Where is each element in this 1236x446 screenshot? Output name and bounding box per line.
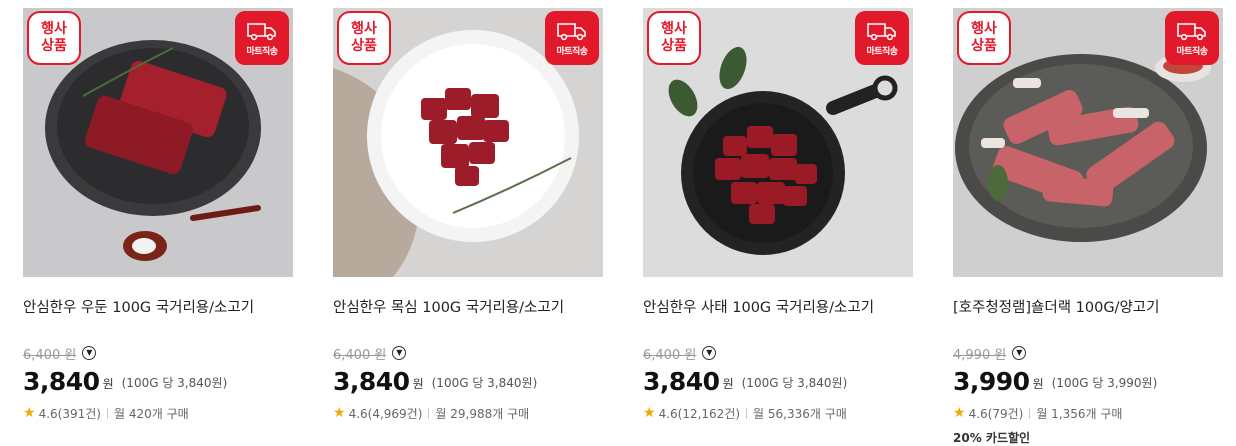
mart-delivery-badge: 마트직송 [855,11,909,65]
truck-icon [247,22,276,40]
original-price: 6,400 원 [643,347,697,363]
product-image[interactable]: 행사 상품 마트직송 [953,8,1223,277]
mart-delivery-badge: 마트직송 [235,11,289,65]
product-card[interactable]: 행사 상품 마트직송 [호주청정램]숄더랙 100G/양고기 4,990 원 ▼… [953,8,1223,445]
divider [106,407,108,419]
chevron-down-icon: ▼ [706,348,713,357]
product-card[interactable]: 행사 상품 마트직송 안심한우 사태 100G 국거리용/소고기 6,400 원… [643,8,913,442]
product-image[interactable]: 행사 상품 마트직송 [333,8,603,277]
unit-price: (100G 당 3,840원) [431,376,538,390]
rating: 4.6(4,969건) [348,406,423,421]
rating-row: ★ 4.6(391건) 월 420개 구매 [23,404,293,422]
star-icon: ★ [333,405,346,421]
original-price-row: 6,400 원 ▼ [333,344,603,363]
price-info-button[interactable]: ▼ [392,346,407,360]
original-price-row: 6,400 원 ▼ [23,344,293,363]
unit-price: (100G 당 3,990원) [1051,376,1158,390]
product-card[interactable]: 행사 상품 마트직송 안심한우 목심 100G 국거리용/소고기 6,400 원… [333,8,603,442]
product-image[interactable]: 행사 상품 마트직송 [643,8,913,277]
original-price-row: 6,400 원 ▼ [643,344,913,363]
original-price: 6,400 원 [333,347,387,363]
product-card[interactable]: 행사 상품 마트직송 안심한우 우둔 100G 국거리용/소고기 6,400 원… [23,8,293,442]
sale-price: 3,840 [643,367,720,396]
unit-price: (100G 당 3,840원) [741,376,848,390]
truck-icon [1177,22,1206,40]
rating-row: ★ 4.6(79건) 월 1,356개 구매 [953,404,1223,422]
event-badge: 행사 상품 [647,11,701,65]
monthly-purchases: 월 1,356개 구매 [1036,406,1123,421]
product-image[interactable]: 행사 상품 마트직송 [23,8,293,277]
product-grid: 행사 상품 마트직송 안심한우 우둔 100G 국거리용/소고기 6,400 원… [0,0,1236,445]
price-info-button[interactable]: ▼ [1012,346,1027,360]
original-price-row: 4,990 원 ▼ [953,344,1223,363]
currency-label: 원 [412,377,424,391]
rating: 4.6(79건) [968,406,1024,421]
currency-label: 원 [722,377,734,391]
monthly-purchases: 월 56,336개 구매 [753,406,847,421]
original-price: 4,990 원 [953,347,1007,363]
rating: 4.6(391건) [38,406,101,421]
star-icon: ★ [23,405,36,421]
star-icon: ★ [953,405,966,421]
rating-row: ★ 4.6(4,969건) 월 29,988개 구매 [333,404,603,422]
sale-price: 3,990 [953,367,1030,396]
truck-icon [557,22,586,40]
card-discount-label: 20% 카드할인 [953,431,1031,445]
monthly-purchases: 월 420개 구매 [113,406,189,421]
divider [746,407,748,419]
rating-row: ★ 4.6(12,162건) 월 56,336개 구매 [643,404,913,422]
original-price: 6,400 원 [23,347,77,363]
star-icon: ★ [643,405,656,421]
product-name[interactable]: [호주청정램]숄더랙 100G/양고기 [953,298,1223,318]
price-info-button[interactable]: ▼ [702,346,717,360]
event-badge: 행사 상품 [337,11,391,65]
price-row: 3,840 원 (100G 당 3,840원) [333,366,603,396]
product-name[interactable]: 안심한우 목심 100G 국거리용/소고기 [333,298,603,318]
currency-label: 원 [102,377,114,391]
price-row: 3,840 원 (100G 당 3,840원) [23,366,293,396]
sale-price: 3,840 [23,367,100,396]
sale-price: 3,840 [333,367,410,396]
price-info-button[interactable]: ▼ [82,346,97,360]
product-name[interactable]: 안심한우 사태 100G 국거리용/소고기 [643,298,913,318]
price-row: 3,990 원 (100G 당 3,990원) [953,366,1223,396]
truck-icon [867,22,896,40]
product-name[interactable]: 안심한우 우둔 100G 국거리용/소고기 [23,298,293,318]
chevron-down-icon: ▼ [1016,348,1023,357]
monthly-purchases: 월 29,988개 구매 [435,406,530,421]
event-badge: 행사 상품 [27,11,81,65]
divider [1029,407,1031,419]
unit-price: (100G 당 3,840원) [121,376,228,390]
mart-delivery-badge: 마트직송 [545,11,599,65]
rating: 4.6(12,162건) [658,406,741,421]
chevron-down-icon: ▼ [86,348,93,357]
currency-label: 원 [1032,377,1044,391]
event-badge: 행사 상품 [957,11,1011,65]
divider [428,407,430,419]
chevron-down-icon: ▼ [396,348,403,357]
price-row: 3,840 원 (100G 당 3,840원) [643,366,913,396]
mart-delivery-badge: 마트직송 [1165,11,1219,65]
